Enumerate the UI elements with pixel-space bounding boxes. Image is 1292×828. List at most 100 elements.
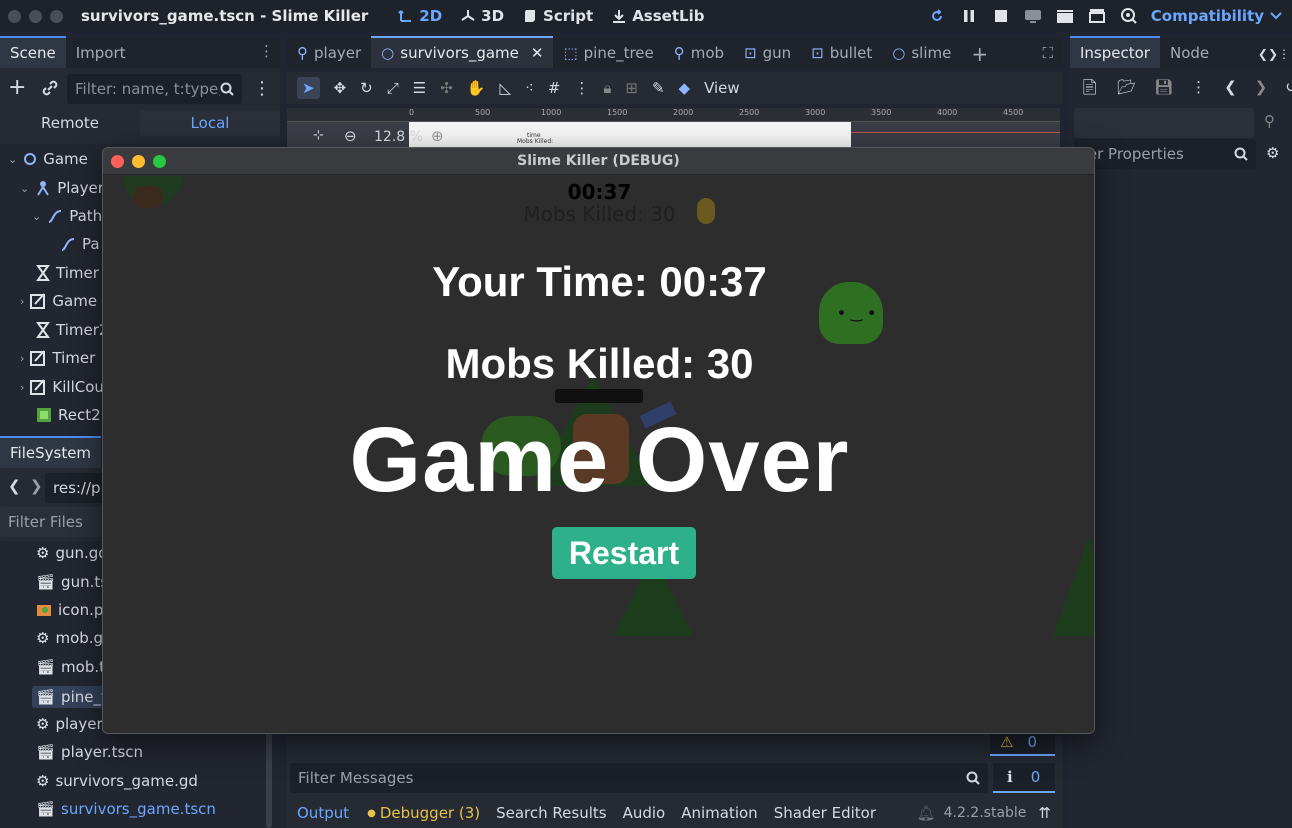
center-view-icon[interactable]: ⊹ [313,128,324,143]
run-custom-scene-button[interactable] [1085,4,1109,28]
file-item[interactable]: ⚙ gun.gd [36,544,108,562]
bone-icon[interactable]: ✎ [652,79,665,97]
file-item[interactable]: 🎬︎ survivors_game.tscn [36,800,216,818]
file-item[interactable]: ⚙ player. [36,715,106,733]
zoom-in-icon[interactable]: ⊕ [431,127,444,145]
tree-item-gameover[interactable]: › Game [20,292,97,310]
view-menu[interactable]: View [704,79,740,97]
save-icon[interactable]: 💾︎ [1154,78,1173,96]
tree-item-game[interactable]: ⌄ Game [8,150,88,168]
tree-item-timer2[interactable]: Timer2 [36,321,108,339]
tab-inspector[interactable]: Inspector [1070,36,1160,68]
property-settings-icon[interactable]: ⚙ [1266,144,1279,162]
renderer-select[interactable]: Compatibility [1151,7,1282,25]
reload-button[interactable] [925,4,949,28]
scene-menu-icon[interactable]: ⋮ [253,78,271,99]
movie-maker-button[interactable] [1117,4,1141,28]
tab-audio[interactable]: Audio [615,804,674,822]
move-tool-icon[interactable]: ✥ [334,79,347,97]
pause-button[interactable] [957,4,981,28]
smart-snap-icon[interactable]: ⁖ [525,79,534,97]
add-node-icon[interactable]: + [8,77,28,99]
tab-bullet[interactable]: ⊡ bullet [801,38,882,68]
local-toggle[interactable]: Local [140,110,280,136]
tab-animation[interactable]: Animation [673,804,765,822]
stop-button[interactable] [989,4,1013,28]
mode-2d-button[interactable]: 2D [398,7,442,25]
ruler-tool-icon[interactable]: ◺ [499,79,511,97]
message-filter-input[interactable]: Filter Messages [290,763,988,793]
object-docs-icon[interactable]: ⚲ [1264,112,1275,130]
list-select-icon[interactable]: ☰ [413,79,426,97]
tree-item-timerlabel[interactable]: › Timer [20,349,95,367]
inspector-menu-icon[interactable]: ⋮ [1191,78,1206,96]
notification-bell-icon[interactable]: 🔔︎ [917,804,936,822]
info-filter[interactable]: ℹ 0 [993,763,1055,793]
remote-toggle[interactable]: Remote [0,110,140,136]
file-item[interactable]: ⚙ survivors_game.gd [36,772,198,790]
tab-gun[interactable]: ⊡ gun [734,38,801,68]
mode-script-button[interactable]: Script [522,7,593,25]
scale-tool-icon[interactable]: ⤢ [387,79,399,97]
restart-button[interactable]: Restart [552,527,696,579]
history-icon[interactable]: ↺ [1285,78,1292,96]
back-icon[interactable]: ❮ [8,477,21,495]
tab-mob[interactable]: ⚲ mob [664,38,734,68]
tab-shader-editor[interactable]: Shader Editor [766,804,884,822]
link-icon[interactable] [40,78,60,98]
tab-scene[interactable]: Scene [0,36,66,68]
snap-menu-icon[interactable]: ⋮ [574,79,589,97]
file-item-selected[interactable]: 🎬︎ pine_t [32,686,111,708]
rotate-tool-icon[interactable]: ↻ [360,79,373,97]
lock-icon[interactable]: 🔒︎ [603,79,611,97]
tab-pine-tree[interactable]: ⬚ pine_tree [553,38,663,68]
tree-item-killcounter[interactable]: › KillCou [20,378,104,396]
tab-output[interactable]: Output [287,804,359,822]
canvas-viewport[interactable]: 0 500 1000 1500 2000 2500 3000 3500 4000… [287,108,1060,148]
property-filter-input[interactable]: ter Properties [1074,139,1256,169]
tab-slime[interactable]: ○ slime [882,38,961,68]
tab-player[interactable]: ⚲ player [287,38,371,68]
tree-item-rect2[interactable]: Rect2 [36,406,101,424]
pivot-tool-icon[interactable]: ✣ [440,79,453,97]
add-tab-icon[interactable]: + [961,40,998,68]
tree-item-pathfollow[interactable]: Pa [60,235,100,253]
group-icon[interactable]: ⊞ [625,79,638,97]
tree-item-player[interactable]: ⌄ Player [20,179,104,197]
tab-survivors-game[interactable]: ○ survivors_game ✕ [371,36,554,68]
file-filter-input[interactable]: Filter Files [0,507,105,537]
tab-debugger[interactable]: ● Debugger (3) [359,804,488,822]
zoom-out-icon[interactable]: ⊖ [344,127,357,145]
game-viewport[interactable]: • ‿ • 00:37 Mobs Killed: 30 Your Time: 0… [103,176,1094,733]
window-minimize-button[interactable] [29,9,42,23]
tab-filesystem[interactable]: FileSystem [0,436,102,468]
tab-search-results[interactable]: Search Results [488,804,614,822]
tab-node[interactable]: Node [1160,38,1219,68]
distraction-free-icon[interactable]: ⛶ [1032,38,1063,68]
zoom-level[interactable]: 12.8 % [374,129,423,145]
history-forward-icon[interactable]: ❯ [1255,78,1268,96]
dock-arrows-icon[interactable]: ❮❯⋮ [1256,40,1292,68]
forward-icon[interactable]: ❯ [30,477,43,495]
grid-snap-icon[interactable]: # [548,79,561,97]
history-back-icon[interactable]: ❮ [1224,78,1237,96]
expand-panel-icon[interactable]: ⇈ [1038,804,1051,822]
file-item[interactable]: ⚙ mob.g [36,629,103,647]
file-item[interactable]: icon.p [36,601,103,619]
mode-3d-button[interactable]: 3D [460,7,504,25]
file-item[interactable]: 🎬︎ gun.ts [36,573,108,591]
window-zoom-button[interactable] [50,9,63,23]
run-scene-button[interactable] [1053,4,1077,28]
object-path-field[interactable] [1074,108,1254,138]
tree-item-timer[interactable]: Timer [36,264,99,282]
scene-filter-input[interactable]: Filter: name, t:type, [67,74,242,104]
open-folder-icon[interactable]: 📂︎ [1117,78,1136,96]
mode-assetlib-button[interactable]: AssetLib [611,7,704,25]
select-tool-icon[interactable]: ➤ [297,77,320,99]
dock-menu-icon[interactable]: ⋮ [253,34,280,68]
pan-tool-icon[interactable]: ✋ [467,79,486,97]
remote-debug-button[interactable] [1021,4,1045,28]
close-icon[interactable]: ✕ [531,44,544,62]
file-item[interactable]: 🎬︎ player.tscn [36,743,143,761]
tab-import[interactable]: Import [66,38,136,68]
